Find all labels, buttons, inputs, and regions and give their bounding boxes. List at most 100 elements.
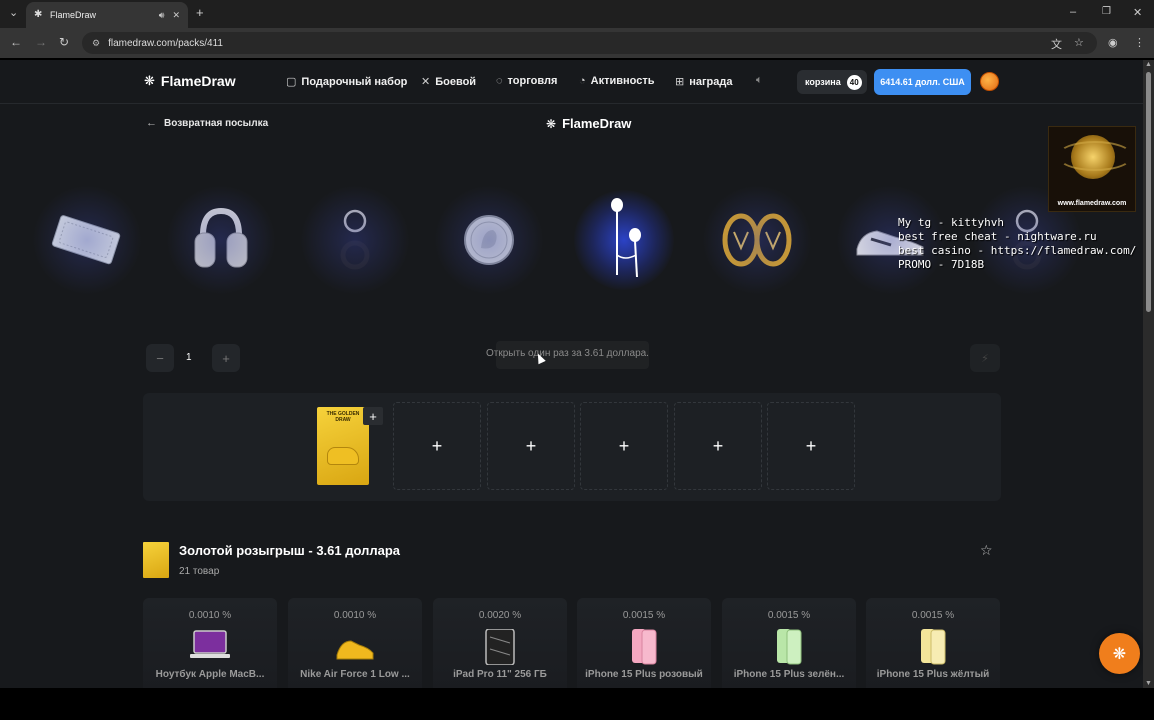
back-arrow-icon[interactable]: ← [10,35,22,49]
nav-reward[interactable]: ⊞ награда [675,75,733,89]
item-glow [32,185,142,295]
flame-logo-icon: ❋ [546,116,557,131]
carousel-item-silver-coin [434,185,544,295]
gift-box-icon: ▢ [286,76,297,88]
window-close-icon[interactable]: ✕ [1133,6,1142,19]
selected-pack-card[interactable]: THE GOLDEN DRAW [317,407,369,485]
reward-icon: ⊞ [675,76,685,88]
product-name: iPhone 15 Plus розовый [585,669,703,680]
back-link[interactable]: ← Возвратная посылка [146,117,268,129]
product-card[interactable]: 0.0015 % iPhone 15 Plus розовый [577,598,711,688]
translate-icon[interactable]: 文 [1051,36,1062,52]
tab-title: FlameDraw [50,10,97,20]
carousel-item-keychain [300,185,410,295]
back-label: Возвратная посылка [164,117,269,129]
scroll-up-icon[interactable]: ▲ [1145,61,1152,68]
item-glow [702,185,812,295]
trade-icon: ◌ [496,75,503,87]
overlay-line: best casino - https://flamedraw.com/ [898,244,1137,257]
cart-count-badge: 40 [846,74,862,90]
nav-label: Подарочный набор [301,75,408,88]
watermark-text: www.flamedraw.com [1057,200,1127,207]
new-tab-icon[interactable]: + [196,5,204,20]
overlay-line: PROMO - 7D18B [898,258,985,271]
product-name: iPhone 15 Plus жёлтый [876,669,990,680]
open-button-label: Открыть один раз за 3.61 доллара. [486,348,649,359]
scroll-down-icon[interactable]: ▼ [1145,680,1152,687]
gold-emblem-icon [1057,135,1133,179]
scrollbar-thumb[interactable] [1146,72,1151,312]
favorite-star-icon[interactable]: ☆ [980,542,993,559]
forward-arrow-icon[interactable]: → [35,35,47,49]
sound-icon[interactable]: 🔈︎ [756,74,763,87]
earphones-icon [611,198,641,278]
product-chance: 0.0015 % [622,610,666,621]
reload-icon[interactable]: ↻ [59,35,69,49]
tab-close-icon[interactable]: ✕ [172,10,180,21]
open-pack-button[interactable]: Открыть один раз за 3.61 доллара. [486,341,649,369]
empty-slot[interactable]: + [674,402,762,490]
nav-trade[interactable]: ◌ торговля [496,75,557,87]
restore-icon[interactable]: ❐ [1102,6,1111,17]
page-scrollbar[interactable]: ▲ ▼ [1143,60,1154,688]
quantity-minus-button[interactable]: − [146,344,174,372]
product-name: Ноутбук Apple MacB... [155,669,265,680]
tab-search-icon[interactable]: ⌄ [9,6,18,19]
cart-button[interactable]: корзина 40 [797,70,867,94]
support-chat-button[interactable]: ❋ [1099,633,1140,674]
overlay-line: best free cheat - nightware.ru [898,230,1097,243]
product-chance: 0.0015 % [911,610,955,621]
balance-button[interactable]: 6414.61 долл. США [874,69,971,95]
product-card[interactable]: 0.0015 % iPhone 15 Plus жёлтый [866,598,1000,688]
phone-pink-icon [632,629,657,665]
empty-slot[interactable]: + [393,402,481,490]
profile-icon[interactable]: ◉ [1108,36,1118,49]
activity-icon: ◔ [579,75,586,87]
item-glow [300,185,410,295]
pack-add-button[interactable]: + [363,407,383,425]
nav-battle[interactable]: ✕ Боевой [421,75,477,89]
logo-text: FlameDraw [160,73,236,89]
nav-label: Активность [590,75,655,87]
nav-label: Боевой [435,75,477,88]
overlay-line: My tg - kittyhvh [898,216,1004,229]
browser-tab[interactable]: ✱ FlameDraw 🔊︎ ✕ [26,2,188,28]
menu-dots-icon[interactable]: ⋮ [1134,36,1145,49]
page-content: ❋ FlameDraw ▢ Подарочный набор ✕ Боевой … [0,60,1143,688]
nav-label: торговля [507,75,558,87]
carousel-item-earphones [580,198,670,280]
crossed-swords-icon: ✕ [421,76,431,88]
site-logo[interactable]: ❋ FlameDraw [144,73,236,89]
product-card[interactable]: 0.0015 % iPhone 15 Plus зелён... [722,598,856,688]
minimize-icon[interactable]: – [1070,6,1076,18]
fast-open-button[interactable]: ⚡︎ [970,344,1000,372]
back-arrow-icon: ← [146,117,157,129]
quantity-value: 1 [186,352,192,363]
laptop-icon [190,630,230,658]
bookmark-star-icon[interactable]: ☆ [1074,36,1084,49]
empty-slot[interactable]: + [487,402,575,490]
product-card[interactable]: 0.0010 % Ноутбук Apple MacB... [143,598,277,688]
site-header: ❋ FlameDraw ▢ Подарочный набор ✕ Боевой … [0,60,1143,104]
overlay-text: My tg - kittyhvh best free cheat - nightw… [898,216,1136,272]
sneaker-icon [336,640,374,660]
quantity-plus-button[interactable]: + [212,344,240,372]
product-chance: 0.0020 % [478,610,522,621]
product-name: Nike Air Force 1 Low ... [300,669,410,680]
tab-audio-icon[interactable]: 🔊︎ [159,10,165,21]
address-bar[interactable]: ⚙ flamedraw.com/packs/411 [82,32,1097,54]
site-info-icon[interactable]: ⚙ [92,38,100,49]
watermark-logo: www.flamedraw.com [1048,126,1136,212]
nav-activity[interactable]: ◔ Активность [579,75,655,87]
carousel-item-gold-earrings [702,185,812,295]
empty-slot[interactable]: + [580,402,668,490]
product-card[interactable]: 0.0010 % Nike Air Force 1 Low ... [288,598,422,688]
phone-yellow-icon [921,629,946,665]
product-chance: 0.0010 % [333,610,377,621]
avatar[interactable] [980,72,999,91]
empty-slot[interactable]: + [767,402,855,490]
browser-tab-bar: ⌄ ✱ FlameDraw 🔊︎ ✕ + – ❐ ✕ [0,0,1154,28]
product-card[interactable]: 0.0020 % iPad Pro 11" 256 ГБ [433,598,567,688]
phone-green-icon [777,629,802,665]
nav-gift-set[interactable]: ▢ Подарочный набор [286,75,408,89]
